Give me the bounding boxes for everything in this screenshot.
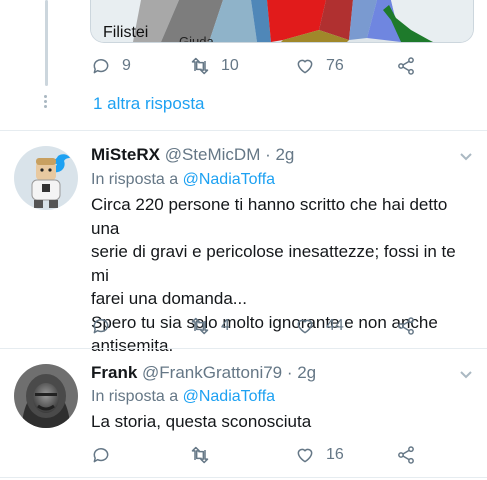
retweet-icon xyxy=(191,57,209,75)
chevron-down-icon[interactable] xyxy=(459,152,473,162)
reply-mention[interactable]: @NadiaToffa xyxy=(183,388,275,405)
reply-button[interactable] xyxy=(91,316,122,336)
share-icon xyxy=(398,57,414,75)
avatar-image xyxy=(14,146,78,210)
like-count: 16 xyxy=(326,446,344,463)
share-button[interactable] xyxy=(396,316,427,336)
thread-line xyxy=(45,0,48,86)
tweet-header: Frank @FrankGrattoni79 · 2g xyxy=(91,363,316,383)
like-button[interactable]: 44 xyxy=(295,316,344,336)
like-icon xyxy=(297,59,313,74)
reply-button[interactable]: 9 xyxy=(91,56,131,76)
handle-and-time[interactable]: @FrankGrattoni79 · 2g xyxy=(142,363,316,382)
avatar[interactable] xyxy=(14,364,78,428)
reply-icon xyxy=(93,448,109,463)
share-button[interactable] xyxy=(396,445,427,465)
reply-icon xyxy=(93,319,109,334)
share-icon xyxy=(398,446,414,464)
reply-prefix: In risposta a xyxy=(91,171,179,188)
reply-button[interactable] xyxy=(91,445,122,465)
divider xyxy=(0,130,487,131)
share-button[interactable] xyxy=(396,56,427,76)
reply-context: In risposta a @NadiaToffa xyxy=(91,171,275,189)
chevron-down-icon[interactable] xyxy=(459,370,473,380)
display-name[interactable]: Frank xyxy=(91,363,137,382)
divider xyxy=(0,477,487,478)
handle-and-time[interactable]: @SteMicDM · 2g xyxy=(165,145,295,164)
map-label-giuda: Giuda xyxy=(179,34,214,43)
avatar-image xyxy=(14,364,78,428)
retweet-icon xyxy=(191,446,209,464)
like-button[interactable]: 16 xyxy=(295,445,344,465)
tweet-header: MiSteRX @SteMicDM · 2g xyxy=(91,145,294,165)
like-button[interactable]: 76 xyxy=(295,56,344,76)
map-image[interactable]: Filistei Giuda xyxy=(90,0,474,43)
like-icon xyxy=(297,448,313,463)
reply-count: 9 xyxy=(122,57,131,74)
retweet-icon xyxy=(191,317,209,335)
tweet-text-line: Circa 220 persone ti hanno scritto che h… xyxy=(91,195,448,238)
map-label-filistei: Filistei xyxy=(103,24,149,41)
reply-context: In risposta a @NadiaToffa xyxy=(91,388,275,406)
avatar[interactable] xyxy=(14,146,78,210)
reply-icon xyxy=(93,59,109,74)
retweet-count: 4 xyxy=(221,317,230,334)
divider xyxy=(0,348,487,349)
like-icon xyxy=(297,319,313,334)
tweet-text-line: La storia, questa sconosciuta xyxy=(91,412,312,431)
reply-mention[interactable]: @NadiaToffa xyxy=(183,171,275,188)
tweet-text: La storia, questa sconosciuta xyxy=(91,410,476,434)
more-replies-link[interactable]: 1 altra risposta xyxy=(93,94,205,114)
like-count: 76 xyxy=(326,57,344,74)
retweet-count: 10 xyxy=(221,57,239,74)
share-icon xyxy=(398,317,414,335)
retweet-button[interactable]: 4 xyxy=(190,316,230,336)
retweet-button[interactable] xyxy=(190,445,221,465)
tweet-text-line: antisemita. xyxy=(91,336,174,355)
like-count: 44 xyxy=(326,317,344,334)
tweet-text-line: serie di gravi e pericolose inesattezze;… xyxy=(91,242,456,285)
retweet-button[interactable]: 10 xyxy=(190,56,239,76)
tweet-text-line: farei una domanda... xyxy=(91,289,247,308)
display-name[interactable]: MiSteRX xyxy=(91,145,160,164)
thread-dots xyxy=(44,95,48,109)
reply-prefix: In risposta a xyxy=(91,388,179,405)
